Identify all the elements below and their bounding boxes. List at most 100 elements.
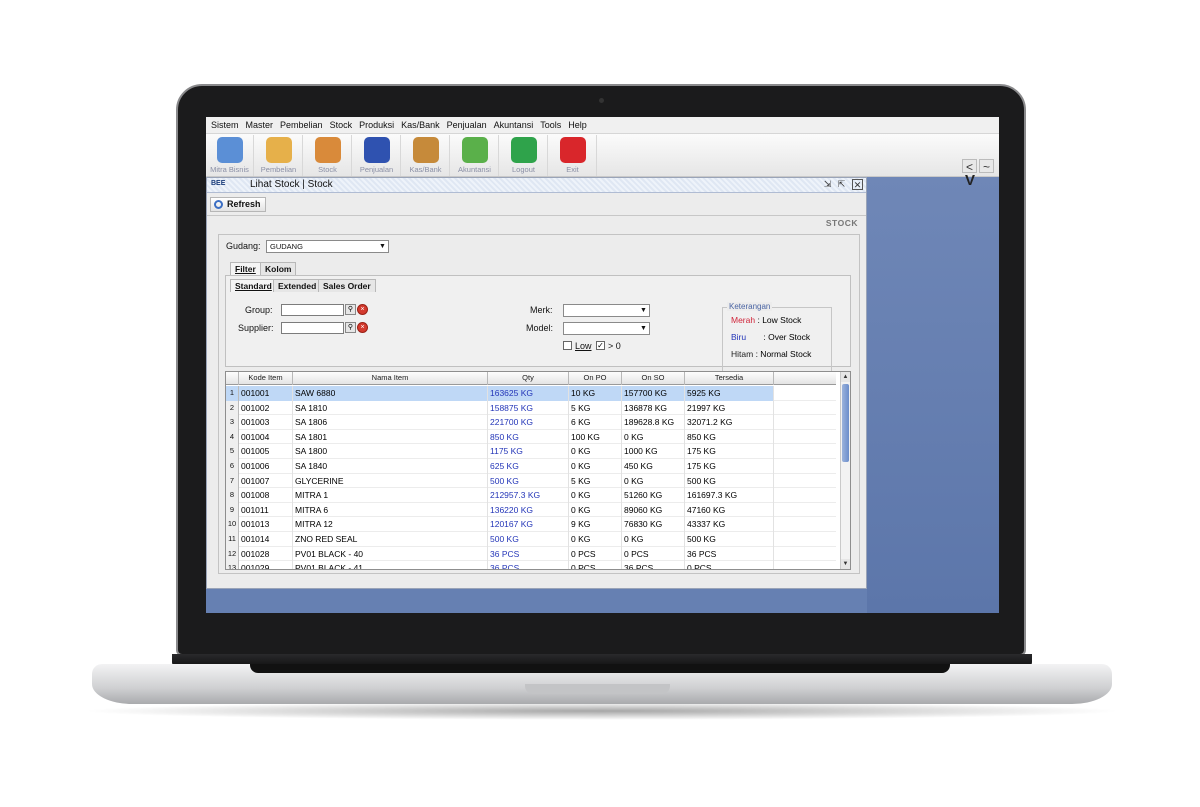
mdi-background [867,177,999,613]
laptop-shadow [80,702,1124,720]
cell-kode: 001003 [239,415,293,430]
menu-item-kas-bank[interactable]: Kas/Bank [401,120,440,130]
table-row[interactable]: 6 001006 SA 1840 625 KG 0 KG 450 KG 175 KG [226,459,836,474]
clear-icon[interactable]: × [357,322,368,333]
menu-bar: Sistem Master Pembelian Stock Produksi Kas/Ba… [206,117,999,134]
column-header[interactable]: Nama Item [293,372,488,385]
cell-ts: 175 KG [685,459,774,474]
cell-po: 100 KG [569,429,622,445]
table-row[interactable]: 10 001013 MITRA 12 120167 KG 9 KG 76830 KG 433… [226,517,836,532]
menu-item-akuntansi[interactable]: Akuntansi [494,120,534,130]
nav-v-label: V [965,172,976,189]
clear-icon[interactable]: × [357,304,368,315]
menu-item-tools[interactable]: Tools [540,120,561,130]
column-header[interactable]: On PO [569,372,622,385]
search-icon[interactable]: ⚲ [345,322,356,333]
window-titlebar: BEE Lihat Stock | Stock ⇲ ⇱ ✕ [207,178,866,193]
table-row[interactable]: 1 001001 SAW 6880 163625 KG 10 KG 157700 KG 59… [226,386,836,401]
maximize-icon[interactable]: ⇱ [836,179,847,190]
table-row[interactable]: 12 001028 PV01 BLACK - 40 36 PCS 0 PCS 0 PCS 3… [226,546,836,562]
column-header[interactable]: Tersedia [685,372,774,385]
toolbar-mitra-bisnis-button[interactable]: Mitra Bisnis [206,135,254,176]
cell-qty: 850 KG [488,429,569,445]
cell-kode: 001005 [239,444,293,459]
cell-po: 0 KG [569,444,622,459]
group-label: Group: [245,305,273,315]
toolbar-label: Kas/Bank [409,165,442,174]
menu-item-pembelian[interactable]: Pembelian [280,120,323,130]
window-title: Lihat Stock | Stock [250,179,333,190]
tab-filter[interactable]: Filter [230,262,261,275]
toolbar-exit-button[interactable]: Exit [549,135,597,176]
refresh-button[interactable]: Refresh [210,197,266,212]
column-header[interactable]: On SO [622,372,685,385]
toolbar-kas-bank-button[interactable]: Kas/Bank [402,135,450,176]
toolbar-logout-button[interactable]: Logout [500,135,548,176]
cell-nama: GLYCERINE [293,473,488,489]
row-number: 8 [226,488,239,503]
cell-kode: 001007 [239,473,293,489]
money-bag-icon [412,137,439,163]
gudang-value: GUDANG [270,242,303,251]
scroll-up-icon[interactable]: ▲ [841,372,850,382]
model-select[interactable]: ▼ [563,322,650,335]
nav-prev-button[interactable]: < [962,159,978,174]
toolbar-pembelian-button[interactable]: Pembelian [255,135,303,176]
toolbar-penjualan-button[interactable]: Penjualan [353,135,401,176]
table-row[interactable]: 2 001002 SA 1810 158875 KG 5 KG 136878 KG 2199… [226,400,836,416]
tab-extended[interactable]: Extended [273,279,322,292]
menu-item-sistem[interactable]: Sistem [211,120,239,130]
toolbar-akuntansi-button[interactable]: Akuntansi [451,135,499,176]
tab-sales-order[interactable]: Sales Order [318,279,376,292]
table-row[interactable]: 3 001003 SA 1806 221700 KG 6 KG 189628.8 KG 32… [226,415,836,430]
menu-item-help[interactable]: Help [568,120,587,130]
table-row[interactable]: 8 001008 MITRA 1 212957.3 KG 0 KG 51260 KG 161… [226,488,836,503]
menu-item-penjualan[interactable]: Penjualan [447,120,487,130]
chevron-down-icon: ▼ [640,325,647,332]
supplier-input[interactable] [281,322,344,334]
scroll-down-icon[interactable]: ▼ [841,559,850,569]
close-icon[interactable]: ✕ [852,179,863,190]
bee-logo: BEE [211,180,226,187]
gudang-select[interactable]: GUDANG ▼ [266,240,389,253]
cell-so: 0 KG [622,532,685,547]
scroll-thumb[interactable] [842,384,849,462]
gt0-checkbox[interactable]: ✓ [596,341,605,350]
table-row[interactable]: 7 001007 GLYCERINE 500 KG 5 KG 0 KG 500 KG [226,473,836,489]
cell-so: 89060 KG [622,502,685,518]
cell-so: 0 KG [622,429,685,445]
merk-select[interactable]: ▼ [563,304,650,317]
search-icon[interactable]: ⚲ [345,304,356,315]
tab-kolom[interactable]: Kolom [260,262,297,275]
cell-qty: 625 KG [488,459,569,474]
cell-so: 157700 KG [622,386,685,401]
group-input[interactable] [281,304,344,316]
menu-item-stock[interactable]: Stock [330,120,353,130]
table-row[interactable]: 11 001014 ZNO RED SEAL 500 KG 0 KG 0 KG 500 KG [226,532,836,547]
column-header[interactable]: Qty [488,372,569,385]
stock-window: BEE Lihat Stock | Stock ⇲ ⇱ ✕ Refresh ST… [206,177,867,589]
laptop-keyboard-edge [250,664,950,673]
table-row[interactable]: 9 001011 MITRA 6 136220 KG 0 KG 89060 KG 47160… [226,502,836,518]
column-header[interactable]: Kode Item [239,372,293,385]
nav-sep-button[interactable]: ~ [979,159,995,174]
menu-item-master[interactable]: Master [246,120,274,130]
table-row[interactable]: 4 001004 SA 1801 850 KG 100 KG 0 KG 850 KG [226,429,836,445]
model-label: Model: [526,323,554,333]
notebook-icon [265,137,292,163]
chevron-down-icon: ▼ [640,307,647,314]
cell-po: 6 KG [569,415,622,430]
tab-standard[interactable]: Standard [230,279,277,292]
low-checkbox[interactable] [563,341,572,350]
cell-so: 136878 KG [622,400,685,416]
cell-ts: 161697.3 KG [685,488,774,503]
cell-so: 0 KG [622,473,685,489]
menu-item-produksi[interactable]: Produksi [359,120,394,130]
cell-so: 76830 KG [622,517,685,532]
vertical-scrollbar[interactable]: ▲ ▼ [840,372,850,569]
toolbar-stock-button[interactable]: Stock [304,135,352,176]
table-row[interactable]: 5 001005 SA 1800 1175 KG 0 KG 1000 KG 175 KG [226,444,836,459]
cell-po: 0 PCS [569,546,622,562]
restore-icon[interactable]: ⇲ [822,179,833,190]
table-row[interactable]: 13 001029 PV01 BLACK - 41 36 PCS 0 PCS 36 PCS… [226,561,836,569]
